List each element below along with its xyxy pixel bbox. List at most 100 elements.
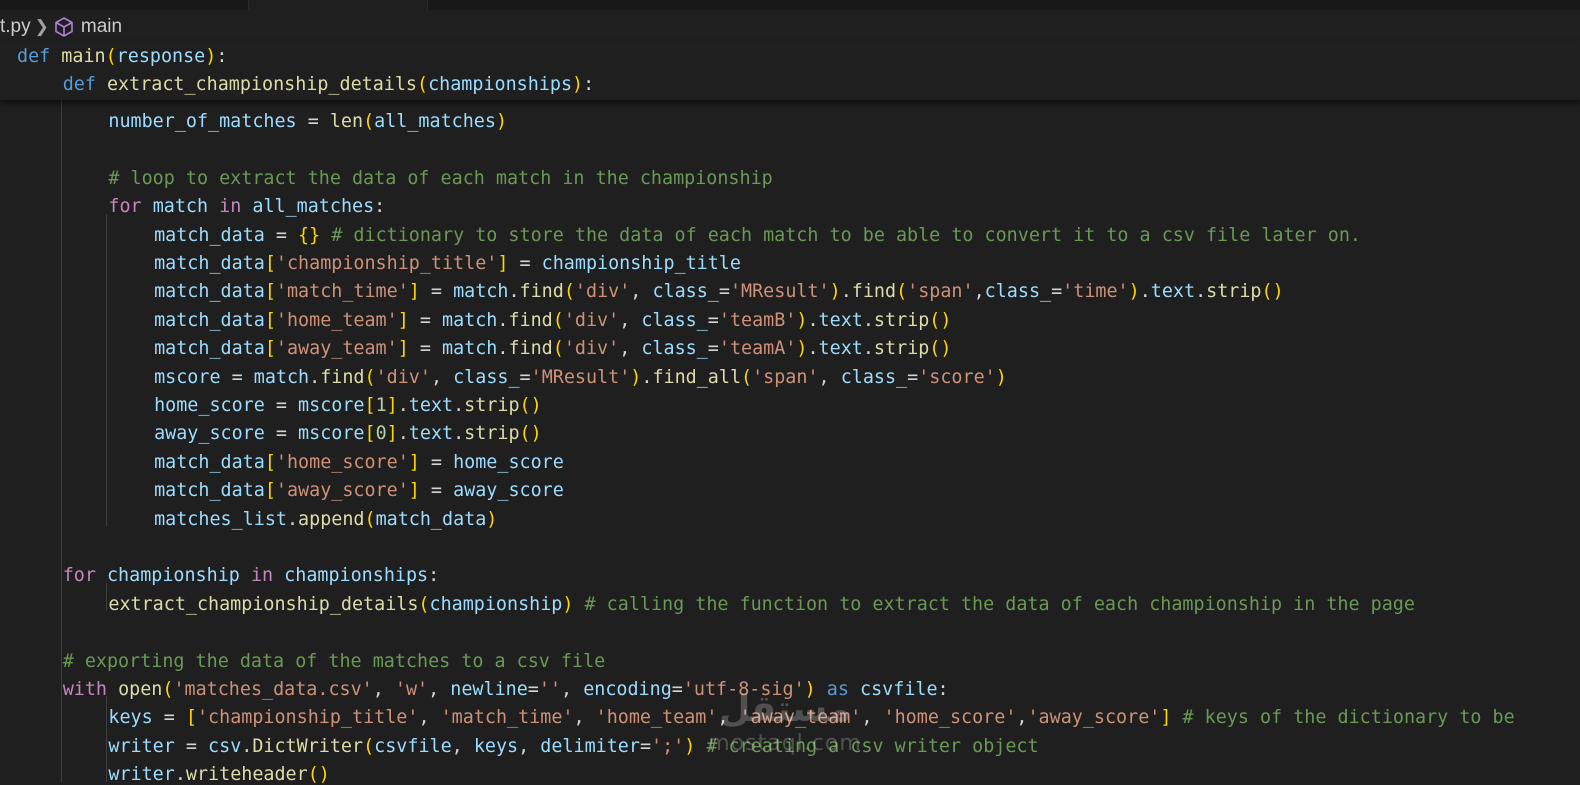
code-token: . <box>497 309 509 331</box>
chevron-right-icon: ❯ <box>34 17 49 36</box>
code-token: csvfile <box>374 735 452 757</box>
code-token: csvfile <box>860 679 938 700</box>
code-token: () <box>1261 281 1284 303</box>
code-token: = <box>264 423 299 445</box>
code-line[interactable]: match_data['away_team'] = match.find('di… <box>154 335 951 363</box>
code-token: ( <box>105 46 117 67</box>
code-line[interactable]: # exporting the data of the matches to a… <box>63 648 606 676</box>
code-token: writer <box>108 764 175 785</box>
code-token: [ <box>264 451 276 473</box>
code-line[interactable]: match_data['home_team'] = match.find('di… <box>154 307 951 335</box>
code-token: strip <box>464 395 520 416</box>
code-line[interactable]: match_data['championship_title'] = champ… <box>154 250 741 278</box>
code-token: find <box>320 366 365 388</box>
code-token: encoding <box>583 679 672 700</box>
code-line[interactable]: home_score = mscore[1].text.strip() <box>154 392 542 420</box>
code-line[interactable]: writer = csv.DictWriter(csvfile, keys, d… <box>108 733 1038 761</box>
code-token: , <box>428 679 451 700</box>
code-token: 'utf-8-sig' <box>682 679 805 700</box>
editor-tab[interactable] <box>248 0 428 10</box>
code-token: match_data <box>375 508 487 530</box>
code-token: # dictionary to store the data of each m… <box>331 224 1361 246</box>
code-token: text <box>408 395 454 416</box>
code-token: 'MResult' <box>729 281 830 303</box>
code-token: match_data <box>154 451 265 473</box>
breadcrumb-file[interactable]: t.py <box>0 12 31 42</box>
code-token: as <box>826 679 849 700</box>
code-line[interactable]: match_data['home_score'] = home_score <box>154 449 564 477</box>
code-token: strip <box>873 338 930 360</box>
code-token: extract_championship_details <box>108 593 419 615</box>
code-token: newline <box>450 679 528 700</box>
code-token: ( <box>896 281 908 303</box>
code-line[interactable]: with open('matches_data.csv', 'w', newli… <box>63 676 949 704</box>
code-token: , <box>451 735 474 757</box>
code-token: 'match_time' <box>275 281 409 303</box>
code-token: match_data <box>154 253 265 274</box>
code-line[interactable]: mscore = match.find('div', class_='MResu… <box>154 364 1007 392</box>
code-token: . <box>397 423 409 445</box>
code-token: , <box>818 366 841 388</box>
code-token: 'matches_data.csv' <box>173 679 373 700</box>
code-token: , <box>619 309 642 331</box>
code-token: : <box>374 196 386 218</box>
sticky-scroll-header[interactable]: def main(response): def extract_champions… <box>0 42 1580 100</box>
code-token: : <box>937 679 949 700</box>
code-token: = <box>639 735 652 757</box>
code-token: . <box>1195 281 1207 303</box>
code-token: ';' <box>651 735 685 757</box>
code-token: : <box>583 74 595 96</box>
code-token: [ <box>264 281 276 303</box>
code-line[interactable]: match_data['away_score'] = away_score <box>154 477 564 505</box>
code-token: ) <box>630 366 642 388</box>
code-token: for <box>108 196 142 218</box>
code-token: ] <box>408 451 420 473</box>
indent-guide <box>106 213 108 526</box>
code-line[interactable]: writer.writeheader() <box>108 761 329 785</box>
breadcrumb-symbol[interactable]: main <box>81 12 122 42</box>
code-token: . <box>309 366 321 388</box>
code-token: ) <box>562 593 574 615</box>
code-line[interactable]: keys = ['championship_title', 'match_tim… <box>108 704 1514 732</box>
code-line[interactable]: match_data['match_time'] = match.find('d… <box>154 278 1284 306</box>
code-token: = <box>519 366 531 388</box>
code-token: text <box>1150 281 1196 303</box>
code-token: keys <box>108 707 153 729</box>
code-token: ) <box>1128 281 1140 303</box>
code-token: 'match_time' <box>440 707 574 729</box>
code-token: DictWriter <box>252 735 364 757</box>
code-token: writeheader <box>185 764 308 785</box>
code-token: = <box>1051 281 1063 303</box>
code-line[interactable]: def extract_championship_details(champio… <box>63 71 595 99</box>
code-line[interactable]: for match in all_matches: <box>108 193 385 221</box>
code-token: response <box>116 46 206 67</box>
code-token: , <box>861 707 884 729</box>
code-line[interactable]: number_of_matches = len(all_matches) <box>108 108 507 136</box>
code-line[interactable]: matches_list.append(match_data) <box>154 506 497 534</box>
code-token: match_data <box>154 338 265 360</box>
code-line[interactable]: extract_championship_details(championshi… <box>108 591 1415 619</box>
code-token: = <box>220 366 254 388</box>
code-editor[interactable]: number_of_matches = len(all_matches) # lo… <box>0 100 1580 785</box>
code-token: ( <box>363 735 375 757</box>
code-token: ) <box>486 508 498 530</box>
code-token: 0 <box>375 423 387 445</box>
code-line[interactable]: match_data = {} # dictionary to store th… <box>154 222 1361 250</box>
code-line[interactable]: for championship in championships: <box>63 562 440 590</box>
code-token: . <box>807 309 819 331</box>
code-token: strip <box>1206 281 1262 303</box>
code-token: 'away_team' <box>275 338 398 360</box>
code-line[interactable]: def main(response): <box>17 43 227 71</box>
code-token: ) <box>796 338 808 360</box>
code-token: delimiter <box>540 735 640 757</box>
code-token: 'span' <box>907 281 974 303</box>
code-line[interactable]: away_score = mscore[0].text.strip() <box>154 420 542 448</box>
code-token: ] <box>497 253 509 274</box>
code-line[interactable]: # loop to extract the data of each match… <box>108 165 772 193</box>
code-token: , <box>619 338 642 360</box>
